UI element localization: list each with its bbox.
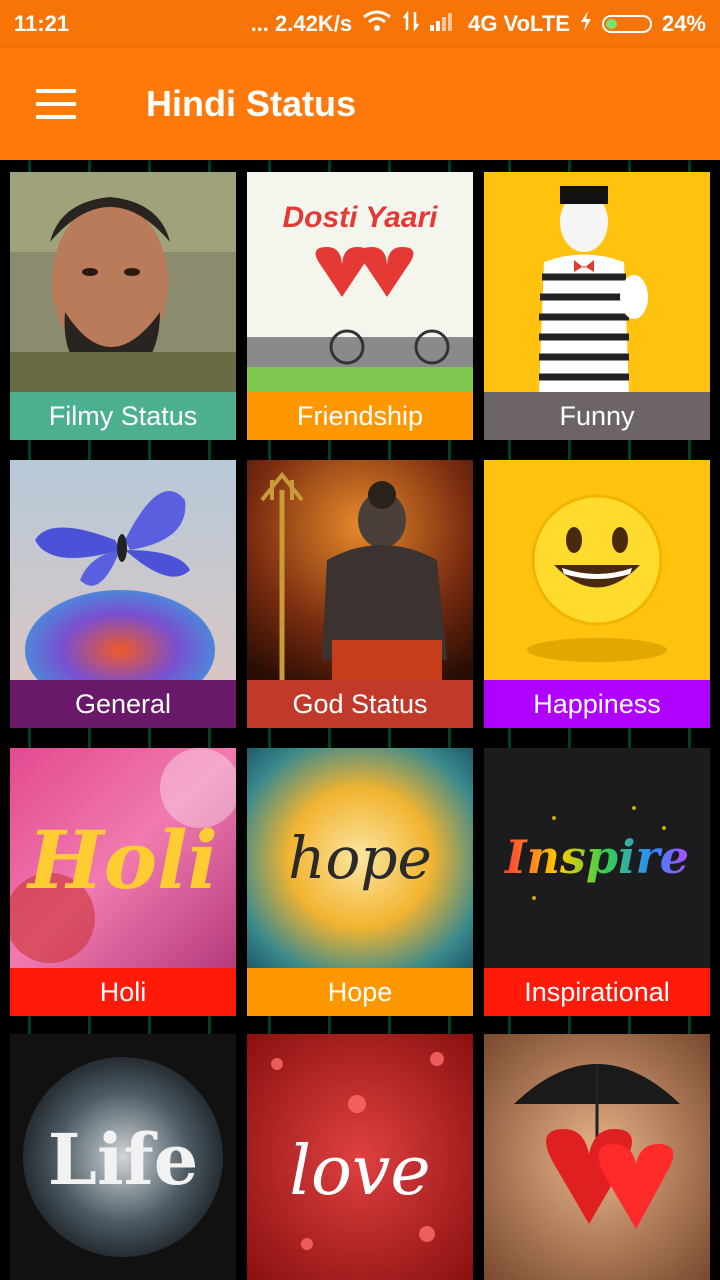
wifi-icon [362,10,392,38]
battery-percent: 24% [661,11,706,36]
category-tile-romantic[interactable] [484,1034,710,1280]
funny-image [484,172,710,392]
category-label: Funny [484,392,710,440]
general-image [10,460,236,680]
app-title: Hindi Status [146,83,357,124]
category-label: God Status [247,680,473,728]
category-tile-god-status[interactable]: God Status [247,460,473,728]
holi-image: Holi [10,748,236,968]
charging-icon [580,11,592,37]
category-tile-friendship[interactable]: Dosti Yaari Friendship [247,172,473,440]
signal-icon [430,11,458,37]
category-tile-life[interactable]: Life [10,1034,236,1280]
battery-icon [601,15,652,33]
holi-art-text: Holi [26,813,218,907]
friendship-image: Dosti Yaari [247,172,473,392]
category-label: Happiness [484,680,710,728]
category-tile-filmy-status[interactable]: Filmy Status [10,172,236,440]
life-image: Life [10,1034,236,1280]
category-tile-hope[interactable]: hope Hope [247,748,473,1016]
category-label: General [10,680,236,728]
category-tile-inspirational[interactable]: Inspire Inspirational [484,748,710,1016]
data-transfer-icon [402,10,420,38]
network-type: 4G VoLTE [468,11,570,36]
category-tile-happiness[interactable]: Happiness [484,460,710,728]
god-status-image [247,460,473,680]
category-label: Filmy Status [10,392,236,440]
category-tile-love[interactable]: love [247,1034,473,1280]
status-time: 11:21 [14,11,70,36]
category-label: Holi [10,968,236,1016]
love-image: love [247,1034,473,1280]
app-bar: Hindi Status [0,48,720,160]
category-label: Hope [247,968,473,1016]
happiness-image [484,460,710,680]
network-speed: ... 2.42K/s [250,11,353,36]
inspirational-image: Inspire [484,748,710,968]
category-label: Inspirational [484,968,710,1016]
friendship-art-text: Dosti Yaari [282,201,438,234]
category-tile-general[interactable]: General [10,460,236,728]
life-art-text: Life [48,1118,198,1201]
filmy-status-image [10,172,236,392]
umbrella-hearts-image [484,1034,710,1280]
category-tile-holi[interactable]: Holi Holi [10,748,236,1016]
love-art-text: love [289,1132,430,1211]
category-label: Friendship [247,392,473,440]
category-grid: Filmy Status Dosti Yaari Friendship Funn… [0,160,720,1280]
status-bar: 11:21 ... 2.42K/s 4G VoLTE 24% [0,0,720,48]
hope-art-text: hope [288,824,432,892]
hope-image: hope [247,748,473,968]
inspire-art-text: Inspire [503,830,689,884]
category-tile-funny[interactable]: Funny [484,172,710,440]
hamburger-menu-icon[interactable] [36,89,76,119]
